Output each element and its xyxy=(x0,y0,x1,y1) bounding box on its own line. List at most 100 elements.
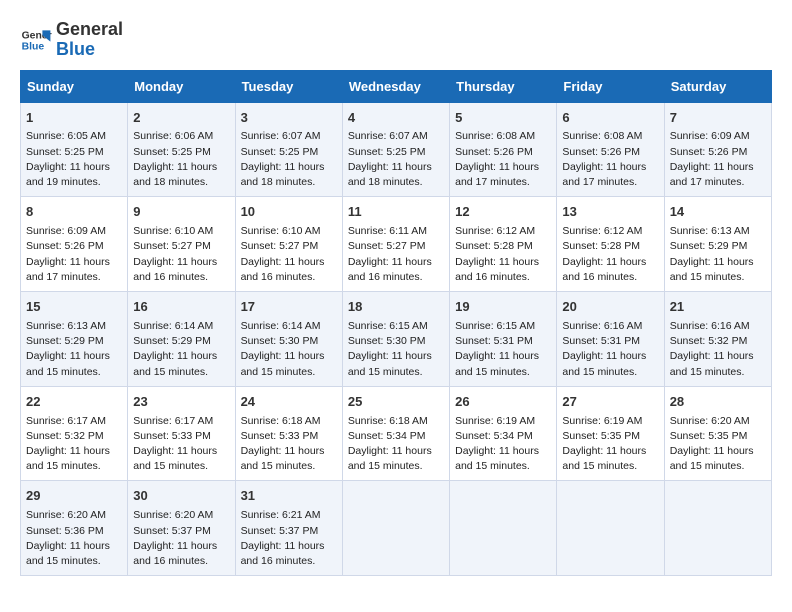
day-number: 20 xyxy=(562,298,658,317)
week-row-2: 8Sunrise: 6:09 AMSunset: 5:26 PMDaylight… xyxy=(21,197,772,292)
cell-info: Daylight: 11 hours xyxy=(455,255,551,270)
cell-info: Daylight: 11 hours xyxy=(670,160,766,175)
calendar-cell: 3Sunrise: 6:07 AMSunset: 5:25 PMDaylight… xyxy=(235,102,342,197)
column-header-friday: Friday xyxy=(557,70,664,102)
cell-info: Daylight: 11 hours xyxy=(133,255,229,270)
cell-info: Daylight: 11 hours xyxy=(241,444,337,459)
cell-info: Sunrise: 6:12 AM xyxy=(562,224,658,239)
cell-info: and 15 minutes. xyxy=(26,554,122,569)
cell-info: and 15 minutes. xyxy=(26,365,122,380)
cell-info: and 15 minutes. xyxy=(670,459,766,474)
day-number: 6 xyxy=(562,109,658,128)
calendar-cell: 21Sunrise: 6:16 AMSunset: 5:32 PMDayligh… xyxy=(664,292,771,387)
calendar-cell: 14Sunrise: 6:13 AMSunset: 5:29 PMDayligh… xyxy=(664,197,771,292)
calendar-cell: 9Sunrise: 6:10 AMSunset: 5:27 PMDaylight… xyxy=(128,197,235,292)
cell-info: Sunrise: 6:10 AM xyxy=(133,224,229,239)
cell-info: Daylight: 11 hours xyxy=(455,444,551,459)
cell-info: and 16 minutes. xyxy=(133,270,229,285)
column-header-saturday: Saturday xyxy=(664,70,771,102)
calendar-cell xyxy=(664,481,771,576)
cell-info: and 15 minutes. xyxy=(26,459,122,474)
day-number: 2 xyxy=(133,109,229,128)
cell-info: Sunrise: 6:15 AM xyxy=(348,319,444,334)
calendar-cell: 30Sunrise: 6:20 AMSunset: 5:37 PMDayligh… xyxy=(128,481,235,576)
cell-info: Daylight: 11 hours xyxy=(241,539,337,554)
cell-info: Sunset: 5:26 PM xyxy=(670,145,766,160)
cell-info: Sunset: 5:31 PM xyxy=(455,334,551,349)
day-number: 30 xyxy=(133,487,229,506)
day-number: 19 xyxy=(455,298,551,317)
cell-info: Sunset: 5:27 PM xyxy=(241,239,337,254)
cell-info: Daylight: 11 hours xyxy=(26,349,122,364)
week-row-3: 15Sunrise: 6:13 AMSunset: 5:29 PMDayligh… xyxy=(21,292,772,387)
cell-info: Sunset: 5:30 PM xyxy=(241,334,337,349)
day-number: 16 xyxy=(133,298,229,317)
week-row-5: 29Sunrise: 6:20 AMSunset: 5:36 PMDayligh… xyxy=(21,481,772,576)
logo-text: General Blue xyxy=(56,20,123,60)
day-number: 27 xyxy=(562,393,658,412)
day-number: 10 xyxy=(241,203,337,222)
cell-info: Sunrise: 6:12 AM xyxy=(455,224,551,239)
calendar-cell: 31Sunrise: 6:21 AMSunset: 5:37 PMDayligh… xyxy=(235,481,342,576)
cell-info: Sunset: 5:33 PM xyxy=(133,429,229,444)
cell-info: and 15 minutes. xyxy=(241,365,337,380)
cell-info: Sunset: 5:27 PM xyxy=(133,239,229,254)
cell-info: and 16 minutes. xyxy=(241,554,337,569)
day-number: 1 xyxy=(26,109,122,128)
cell-info: Daylight: 11 hours xyxy=(562,444,658,459)
cell-info: and 15 minutes. xyxy=(670,365,766,380)
calendar-cell: 22Sunrise: 6:17 AMSunset: 5:32 PMDayligh… xyxy=(21,386,128,481)
calendar-cell: 13Sunrise: 6:12 AMSunset: 5:28 PMDayligh… xyxy=(557,197,664,292)
calendar-cell: 19Sunrise: 6:15 AMSunset: 5:31 PMDayligh… xyxy=(450,292,557,387)
cell-info: Daylight: 11 hours xyxy=(562,349,658,364)
column-header-monday: Monday xyxy=(128,70,235,102)
cell-info: Sunset: 5:34 PM xyxy=(455,429,551,444)
cell-info: Sunrise: 6:20 AM xyxy=(670,414,766,429)
calendar-cell: 4Sunrise: 6:07 AMSunset: 5:25 PMDaylight… xyxy=(342,102,449,197)
cell-info: and 18 minutes. xyxy=(133,175,229,190)
cell-info: Daylight: 11 hours xyxy=(562,255,658,270)
cell-info: Sunset: 5:29 PM xyxy=(26,334,122,349)
cell-info: Daylight: 11 hours xyxy=(348,255,444,270)
cell-info: Sunrise: 6:10 AM xyxy=(241,224,337,239)
calendar-cell: 25Sunrise: 6:18 AMSunset: 5:34 PMDayligh… xyxy=(342,386,449,481)
cell-info: Sunset: 5:25 PM xyxy=(26,145,122,160)
week-row-4: 22Sunrise: 6:17 AMSunset: 5:32 PMDayligh… xyxy=(21,386,772,481)
cell-info: and 15 minutes. xyxy=(455,459,551,474)
cell-info: and 18 minutes. xyxy=(348,175,444,190)
cell-info: Sunrise: 6:16 AM xyxy=(562,319,658,334)
column-header-thursday: Thursday xyxy=(450,70,557,102)
cell-info: and 17 minutes. xyxy=(26,270,122,285)
cell-info: Sunrise: 6:20 AM xyxy=(26,508,122,523)
day-number: 17 xyxy=(241,298,337,317)
calendar-cell: 1Sunrise: 6:05 AMSunset: 5:25 PMDaylight… xyxy=(21,102,128,197)
day-number: 28 xyxy=(670,393,766,412)
cell-info: Sunset: 5:33 PM xyxy=(241,429,337,444)
day-number: 3 xyxy=(241,109,337,128)
cell-info: Sunrise: 6:17 AM xyxy=(26,414,122,429)
cell-info: Sunset: 5:31 PM xyxy=(562,334,658,349)
cell-info: Sunrise: 6:15 AM xyxy=(455,319,551,334)
day-number: 22 xyxy=(26,393,122,412)
cell-info: Sunset: 5:35 PM xyxy=(562,429,658,444)
cell-info: Daylight: 11 hours xyxy=(26,160,122,175)
cell-info: and 15 minutes. xyxy=(133,365,229,380)
day-number: 8 xyxy=(26,203,122,222)
column-header-tuesday: Tuesday xyxy=(235,70,342,102)
calendar-cell: 24Sunrise: 6:18 AMSunset: 5:33 PMDayligh… xyxy=(235,386,342,481)
cell-info: Daylight: 11 hours xyxy=(26,539,122,554)
day-number: 26 xyxy=(455,393,551,412)
cell-info: Sunrise: 6:16 AM xyxy=(670,319,766,334)
cell-info: and 15 minutes. xyxy=(670,270,766,285)
cell-info: and 15 minutes. xyxy=(348,459,444,474)
logo-icon: General Blue xyxy=(20,24,52,56)
cell-info: and 15 minutes. xyxy=(348,365,444,380)
cell-info: and 16 minutes. xyxy=(241,270,337,285)
week-row-1: 1Sunrise: 6:05 AMSunset: 5:25 PMDaylight… xyxy=(21,102,772,197)
cell-info: Sunrise: 6:17 AM xyxy=(133,414,229,429)
cell-info: Sunset: 5:29 PM xyxy=(133,334,229,349)
cell-info: Sunrise: 6:19 AM xyxy=(455,414,551,429)
cell-info: Sunrise: 6:13 AM xyxy=(26,319,122,334)
cell-info: Sunrise: 6:08 AM xyxy=(562,129,658,144)
day-number: 25 xyxy=(348,393,444,412)
